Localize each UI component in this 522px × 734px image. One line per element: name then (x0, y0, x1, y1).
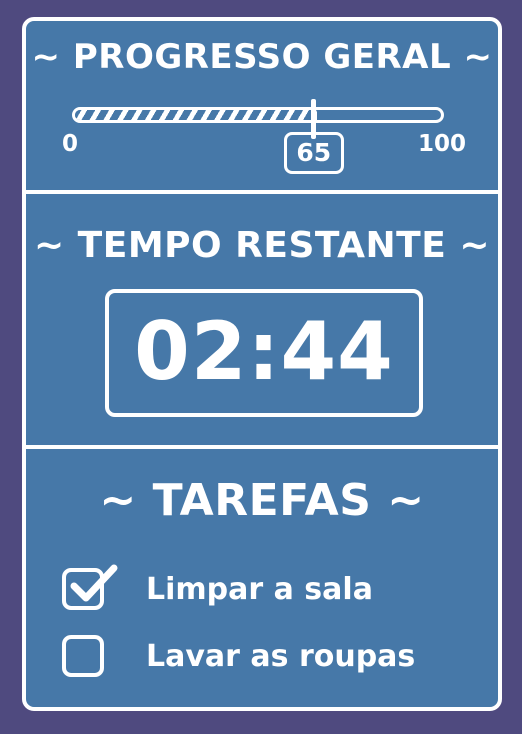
progress-max-label: 100 (418, 131, 467, 157)
checkmark-icon (70, 564, 118, 602)
dashboard-panel: ~ PROGRESSO GERAL ~ 0 100 65 ~ TEMPO RES… (22, 17, 502, 711)
progress-value-badge: 65 (283, 132, 344, 174)
tasks-title: ~ TAREFAS ~ (99, 475, 425, 526)
timer-title: ~ TEMPO RESTANTE ~ (33, 225, 491, 266)
progress-min-label: 0 (62, 131, 79, 157)
task-checkbox[interactable] (62, 564, 118, 610)
task-label: Limpar a sala (146, 571, 373, 607)
section-divider (26, 190, 498, 194)
task-checkbox[interactable] (62, 635, 104, 677)
progress-title: ~ PROGRESSO GERAL ~ (31, 37, 493, 77)
progress-fill (75, 110, 317, 120)
task-label: Lavar as roupas (146, 638, 416, 674)
progress-slider[interactable] (72, 107, 444, 123)
section-divider (26, 445, 498, 449)
task-item[interactable]: Lavar as roupas (62, 633, 415, 679)
countdown-timer: 02:44 (105, 289, 423, 417)
task-item[interactable]: Limpar a sala (62, 564, 373, 612)
